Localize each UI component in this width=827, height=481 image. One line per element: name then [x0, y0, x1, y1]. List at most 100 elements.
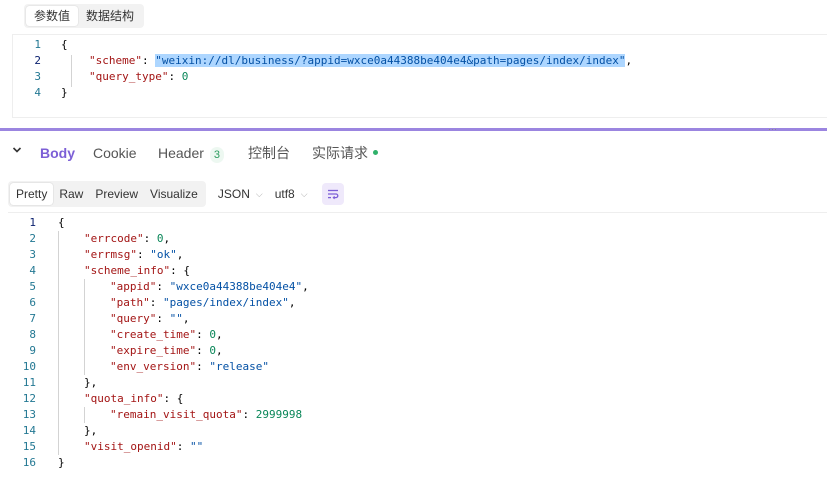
response-code-viewer[interactable]: 1{2 "errcode": 0, 3 "errmsg": "ok", 4 "scheme…	[8, 212, 827, 476]
code-text: "env_version": "release"	[36, 359, 269, 375]
json-key: "quota_info"	[84, 392, 164, 405]
code-text: }	[36, 455, 65, 471]
line-number: 3	[34, 70, 41, 83]
line-number: 6	[29, 296, 36, 309]
comma: ,	[302, 280, 309, 293]
encoding-select[interactable]: utf8 ⌵	[275, 187, 308, 201]
request-code-editor[interactable]: 1 { 2 "scheme": "weixin://dl/business/?a…	[12, 34, 827, 118]
code-text: },	[36, 375, 97, 391]
comma: ,	[288, 296, 296, 309]
json-key: "query_type"	[89, 70, 169, 83]
status-dot-icon	[373, 149, 378, 155]
line-number: 4	[34, 86, 41, 99]
request-panel: 参数值 数据结构 1 { 2 "scheme": "weixin://dl/bu…	[0, 0, 827, 128]
code-line: 4 "scheme_info": {	[8, 263, 190, 279]
line-number: 9	[29, 344, 36, 357]
line-number: 2	[29, 232, 36, 245]
colon: :	[156, 312, 170, 325]
comma: ,	[215, 344, 223, 357]
brace: },	[84, 424, 98, 437]
view-raw[interactable]: Raw	[53, 183, 89, 205]
colon: :	[170, 264, 184, 277]
code-text: "path": "pages/index/index",	[36, 295, 295, 311]
code-line: 4 }	[13, 85, 68, 101]
line-number: 12	[22, 392, 36, 405]
tab-console[interactable]: 控制台	[248, 144, 290, 162]
format-select[interactable]: JSON ⌵	[218, 187, 263, 201]
code-line: 12 "quota_info": {	[8, 391, 184, 407]
json-key: "visit_openid"	[84, 440, 177, 453]
code-text: "scheme_info": {	[36, 263, 190, 279]
code-text: "scheme": "weixin://dl/business/?appid=w…	[41, 53, 632, 69]
view-pretty[interactable]: Pretty	[10, 183, 54, 205]
colon: :	[196, 328, 210, 341]
json-key: "query"	[110, 312, 157, 325]
chevron-down-icon-glyph	[12, 147, 22, 153]
brace: {	[61, 38, 68, 51]
line-number: 13	[22, 408, 36, 421]
view-visualize[interactable]: Visualize	[144, 183, 204, 205]
line-number: 15	[22, 440, 36, 453]
code-text: "query_type": 0	[41, 69, 188, 85]
colon: :	[136, 248, 151, 261]
comma: ,	[625, 54, 633, 67]
colon: :	[163, 392, 177, 405]
code-text: "visit_openid": ""	[36, 439, 203, 455]
panel-splitter[interactable]	[0, 128, 827, 131]
line-number: 11	[22, 376, 36, 389]
colon: :	[156, 280, 170, 293]
wrap-lines-icon	[327, 189, 338, 200]
json-key: "errcode"	[84, 232, 144, 245]
brace: }	[61, 86, 68, 99]
colon: :	[149, 296, 163, 309]
code-line: 9 "expire_time": 0,	[8, 343, 223, 359]
colon: :	[196, 360, 210, 373]
code-line: 5 "appid": "wxce0a44388be404e4",	[8, 279, 309, 295]
brace: },	[84, 376, 98, 389]
tab-header[interactable]: Header 3	[158, 144, 225, 163]
tab-cookie[interactable]: Cookie	[93, 144, 137, 162]
line-number: 2	[34, 54, 41, 67]
json-string: "wxce0a44388be404e4"	[169, 280, 303, 293]
colon: :	[196, 344, 210, 357]
view-preview[interactable]: Preview	[89, 183, 144, 205]
code-line: 3 "errmsg": "ok",	[8, 247, 183, 263]
comma: ,	[176, 248, 184, 261]
code-line: 8 "create_time": 0,	[8, 327, 222, 343]
code-text: "quota_info": {	[36, 391, 183, 407]
json-key: "expire_time"	[110, 344, 197, 357]
code-line: 11},	[8, 375, 98, 391]
code-text: "remain_visit_quota": 2999998	[36, 407, 302, 423]
json-key: "path"	[110, 296, 150, 309]
json-string: "pages/index/index"	[163, 296, 289, 309]
json-key: "scheme"	[89, 54, 142, 67]
brace: {	[176, 392, 184, 405]
json-key: "scheme_info"	[84, 264, 171, 277]
brace: {	[183, 264, 190, 277]
wrap-lines-button[interactable]	[321, 183, 344, 205]
line-number: 16	[22, 456, 36, 469]
json-number: 0	[209, 344, 216, 357]
json-string-selected: "weixin://dl/business/?appid=wxce0a44388…	[155, 54, 626, 67]
code-text: "errcode": 0,	[36, 231, 170, 247]
format-value: JSON	[217, 187, 250, 201]
response-tabs: Body Cookie Header 3 控制台 实际请求	[0, 134, 827, 172]
colon: :	[143, 232, 157, 245]
tab-data-structure[interactable]: 数据结构	[78, 6, 142, 26]
tab-actual-request[interactable]: 实际请求	[312, 144, 378, 162]
line-number: 10	[22, 360, 36, 373]
code-line: 2 "errcode": 0,	[8, 231, 170, 247]
json-string: "ok"	[150, 248, 177, 261]
json-key: "env_version"	[110, 360, 197, 373]
line-number: 14	[22, 424, 36, 437]
json-string: ""	[189, 440, 204, 453]
code-text: "expire_time": 0,	[36, 343, 223, 359]
code-line: 6 "path": "pages/index/index",	[8, 295, 295, 311]
tab-param-values[interactable]: 参数值	[26, 6, 79, 26]
code-line: 2 "scheme": "weixin://dl/business/?appid…	[13, 53, 632, 69]
tab-body[interactable]: Body	[40, 144, 75, 162]
json-number: 2999998	[255, 408, 303, 421]
json-string: ""	[169, 312, 183, 325]
code-text: {	[41, 37, 68, 53]
chevron-down-icon[interactable]	[10, 145, 24, 159]
